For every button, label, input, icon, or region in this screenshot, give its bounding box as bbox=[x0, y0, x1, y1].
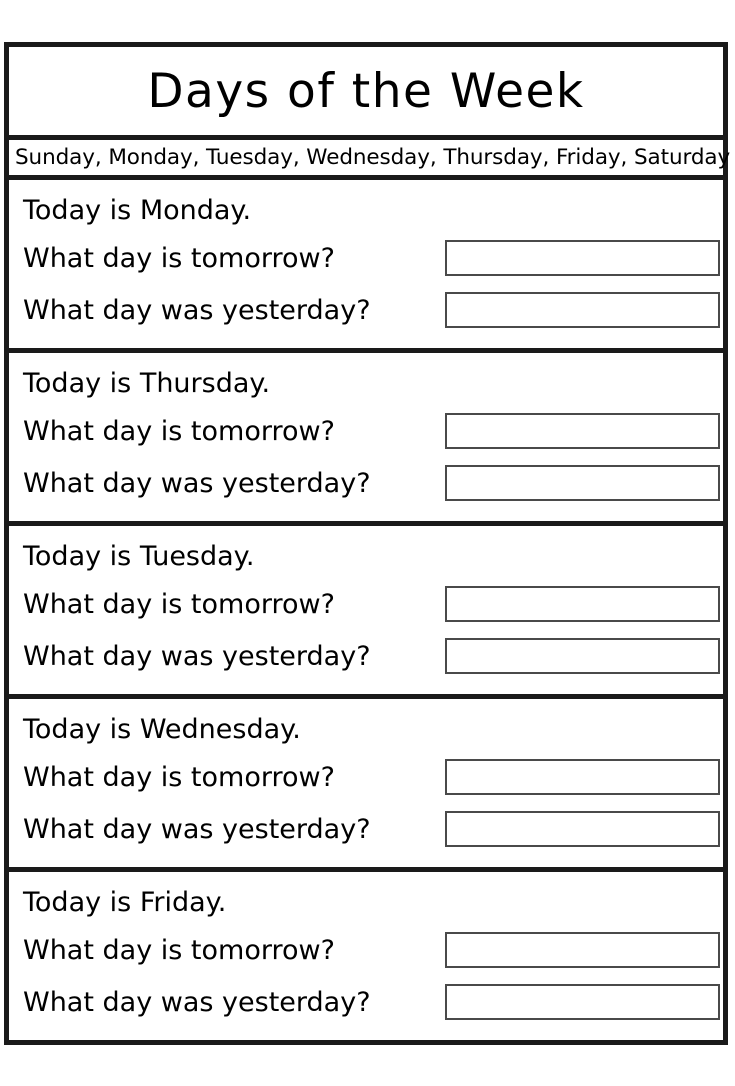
yesterday-question-row: What day was yesterday? bbox=[23, 803, 723, 855]
tomorrow-answer-box[interactable] bbox=[445, 413, 720, 449]
question-block: Today is Tuesday. What day is tomorrow? … bbox=[9, 526, 723, 699]
yesterday-question-row: What day was yesterday? bbox=[23, 457, 723, 509]
yesterday-answer-box[interactable] bbox=[445, 465, 720, 501]
tomorrow-question-row: What day is tomorrow? bbox=[23, 751, 723, 803]
day-list-reference: Sunday, Monday, Tuesday, Wednesday, Thur… bbox=[15, 144, 731, 170]
tomorrow-question-row: What day is tomorrow? bbox=[23, 924, 723, 976]
tomorrow-question-label: What day is tomorrow? bbox=[23, 415, 335, 447]
yesterday-answer-box[interactable] bbox=[445, 811, 720, 847]
yesterday-question-label: What day was yesterday? bbox=[23, 640, 371, 672]
tomorrow-question-label: What day is tomorrow? bbox=[23, 934, 335, 966]
tomorrow-answer-box[interactable] bbox=[445, 759, 720, 795]
yesterday-question-label: What day was yesterday? bbox=[23, 467, 371, 499]
yesterday-answer-box[interactable] bbox=[445, 984, 720, 1020]
yesterday-question-row: What day was yesterday? bbox=[23, 976, 723, 1028]
question-blocks: Today is Monday. What day is tomorrow? W… bbox=[9, 180, 723, 1040]
tomorrow-answer-box[interactable] bbox=[445, 586, 720, 622]
today-statement: Today is Wednesday. bbox=[23, 713, 301, 745]
yesterday-question-row: What day was yesterday? bbox=[23, 630, 723, 682]
page-title: Days of the Week bbox=[147, 63, 585, 119]
tomorrow-answer-box[interactable] bbox=[445, 932, 720, 968]
question-block: Today is Thursday. What day is tomorrow?… bbox=[9, 353, 723, 526]
tomorrow-question-label: What day is tomorrow? bbox=[23, 242, 335, 274]
today-statement: Today is Thursday. bbox=[23, 367, 271, 399]
question-block: Today is Monday. What day is tomorrow? W… bbox=[9, 180, 723, 353]
question-block: Today is Friday. What day is tomorrow? W… bbox=[9, 872, 723, 1040]
tomorrow-question-label: What day is tomorrow? bbox=[23, 761, 335, 793]
question-block: Today is Wednesday. What day is tomorrow… bbox=[9, 699, 723, 872]
yesterday-question-label: What day was yesterday? bbox=[23, 294, 371, 326]
day-list-band: Sunday, Monday, Tuesday, Wednesday, Thur… bbox=[9, 140, 730, 180]
tomorrow-question-row: What day is tomorrow? bbox=[23, 578, 723, 630]
title-band: Days of the Week bbox=[9, 47, 723, 140]
yesterday-question-label: What day was yesterday? bbox=[23, 813, 371, 845]
tomorrow-question-label: What day is tomorrow? bbox=[23, 588, 335, 620]
yesterday-answer-box[interactable] bbox=[445, 292, 720, 328]
tomorrow-question-row: What day is tomorrow? bbox=[23, 405, 723, 457]
today-statement: Today is Monday. bbox=[23, 194, 252, 226]
yesterday-answer-box[interactable] bbox=[445, 638, 720, 674]
tomorrow-answer-box[interactable] bbox=[445, 240, 720, 276]
yesterday-question-label: What day was yesterday? bbox=[23, 986, 371, 1018]
tomorrow-question-row: What day is tomorrow? bbox=[23, 232, 723, 284]
worksheet-frame: Days of the Week Sunday, Monday, Tuesday… bbox=[4, 42, 730, 1045]
today-statement: Today is Tuesday. bbox=[23, 540, 255, 572]
today-statement: Today is Friday. bbox=[23, 886, 227, 918]
yesterday-question-row: What day was yesterday? bbox=[23, 284, 723, 336]
